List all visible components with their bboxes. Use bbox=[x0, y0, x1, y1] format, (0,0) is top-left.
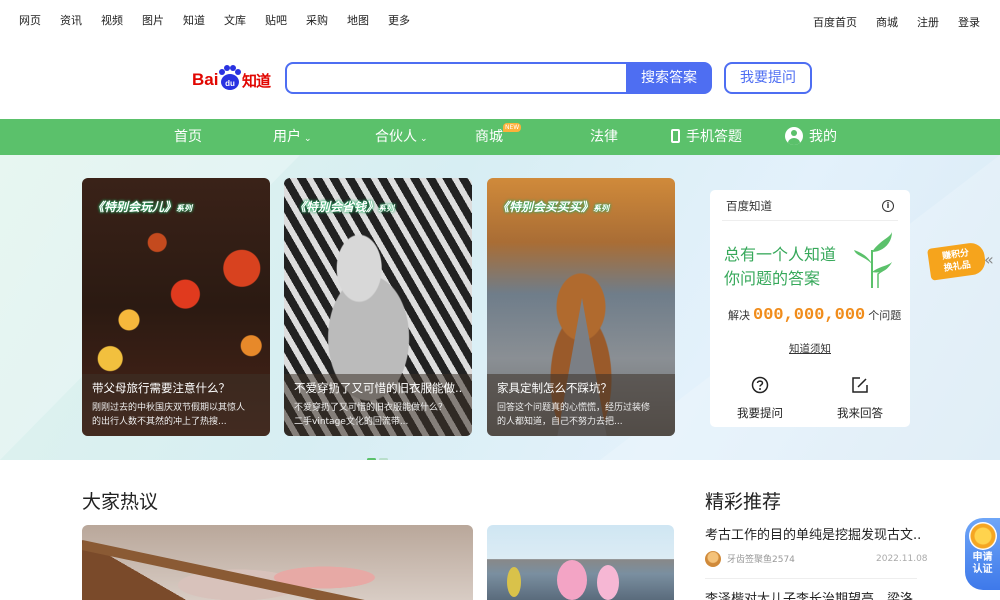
card-question: 带父母旅行需要注意什么？ bbox=[92, 381, 230, 395]
nav-users[interactable]: 用户 ⌄ bbox=[273, 119, 312, 157]
series-tag: 《特别会买买买》系列 bbox=[497, 200, 610, 214]
nav-mobile-answer[interactable]: 手机答题 bbox=[671, 119, 742, 155]
slogan: 总有一个人知道 你问题的答案 bbox=[724, 245, 837, 288]
card-question: 不爱穿扔了又可惜的旧衣服能做... bbox=[294, 381, 462, 395]
nav-law[interactable]: 法律 bbox=[590, 119, 618, 155]
panel-header: 百度知道 bbox=[726, 199, 772, 213]
register-link[interactable]: 注册 bbox=[917, 14, 939, 30]
top-nav-link-caigou[interactable]: 采购 bbox=[306, 12, 328, 28]
logo-text-zhidao: 知道 bbox=[242, 72, 271, 90]
hot-card-image[interactable] bbox=[487, 525, 674, 600]
top-nav-link-video[interactable]: 视频 bbox=[101, 12, 123, 28]
chevron-down-icon: ⌄ bbox=[420, 134, 428, 144]
apply-certification-badge[interactable]: 申请 认证 bbox=[965, 518, 1000, 590]
card-desc: 回答这个问题真的心慌慌，经历过装修 的人都知道，自己不努力去把... bbox=[497, 403, 651, 427]
logo-text-bai: Bai bbox=[192, 70, 219, 89]
carousel-card[interactable]: 《特别会买买买》系列 家具定制怎么不踩坑？ 回答这个问题真的心慌慌，经历过装修的… bbox=[487, 178, 675, 436]
hot-discussion-title: 大家热议 bbox=[82, 491, 159, 513]
nav-partners-label: 合伙人 bbox=[375, 129, 417, 145]
nav-mobile-label: 手机答题 bbox=[686, 129, 742, 145]
nav-home[interactable]: 首页 bbox=[174, 119, 202, 155]
baidu-home-link[interactable]: 百度首页 bbox=[813, 14, 857, 30]
logo-text-du: du bbox=[225, 79, 235, 88]
zhidao-info-panel: 百度知道 i 总有一个人知道 你问题的答案 解决 000,000,000 个问题 知道… bbox=[710, 190, 910, 427]
new-badge: NEW bbox=[503, 123, 522, 132]
nav-home-label: 首页 bbox=[174, 129, 202, 145]
nav-partners[interactable]: 合伙人 ⌄ bbox=[375, 119, 428, 157]
search-input[interactable] bbox=[285, 62, 627, 94]
carousel-dots[interactable] bbox=[367, 446, 391, 460]
sprout-icon bbox=[854, 232, 892, 288]
top-nav-link-more[interactable]: 更多 bbox=[388, 12, 410, 28]
main-nav-bar: 首页 用户 ⌄ 合伙人 ⌄ 商城 NEW 法律 手机答题 我的 bbox=[0, 119, 1000, 155]
top-nav-right: 百度首页 商城 注册 登录 bbox=[794, 14, 980, 30]
nav-mine[interactable]: 我的 bbox=[785, 119, 837, 155]
card-caption: 不爱穿扔了又可惜的旧衣服能做... 不爱穿扔了又可惜的旧衣服能做什么？ 二手vin… bbox=[284, 374, 472, 436]
zhidao-notice-link[interactable]: 知道须知 bbox=[710, 341, 910, 356]
top-nav-link-tieba[interactable]: 贴吧 bbox=[265, 12, 287, 28]
nav-mine-label: 我的 bbox=[809, 129, 837, 145]
panel-answer-button[interactable]: 我来回答 bbox=[820, 376, 900, 421]
baidu-zhidao-logo[interactable]: Bai du 知道 bbox=[192, 65, 274, 92]
chevron-down-icon: ⌄ bbox=[304, 134, 312, 144]
solved-stat: 解决 000,000,000 个问题 bbox=[728, 306, 902, 325]
recommend-username[interactable]: 牙齿签聚鱼2574 bbox=[727, 552, 795, 565]
carousel-card[interactable]: 《特别会玩儿》系列 带父母旅行需要注意什么？ 刚刚过去的中秋国庆双节假期以其惊人… bbox=[82, 178, 270, 436]
nav-law-label: 法律 bbox=[590, 129, 618, 145]
nav-mall[interactable]: 商城 NEW bbox=[475, 119, 522, 155]
search-answer-button[interactable]: 搜索答案 bbox=[626, 62, 712, 94]
series-tag: 《特别会省钱》系列 bbox=[294, 200, 395, 214]
mall-link[interactable]: 商城 bbox=[876, 14, 898, 30]
series-tag: 《特别会玩儿》系列 bbox=[92, 200, 193, 214]
card-caption: 带父母旅行需要注意什么？ 刚刚过去的中秋国庆双节假期以其惊人 的出行人数不其然的冲… bbox=[82, 374, 270, 436]
top-nav-link-news[interactable]: 资讯 bbox=[60, 12, 82, 28]
panel-ask-button[interactable]: 我要提问 bbox=[720, 376, 800, 421]
recommend-title: 精彩推荐 bbox=[705, 491, 782, 513]
top-nav-link-images[interactable]: 图片 bbox=[142, 12, 164, 28]
top-nav-link-map[interactable]: 地图 bbox=[347, 12, 369, 28]
user-icon bbox=[785, 127, 803, 145]
card-question: 家具定制怎么不踩坑？ bbox=[497, 381, 612, 395]
info-icon[interactable]: i bbox=[882, 200, 894, 212]
carousel-card[interactable]: 《特别会省钱》系列 不爱穿扔了又可惜的旧衣服能做... 不爱穿扔了又可惜的旧衣服… bbox=[284, 178, 472, 436]
top-nav-left: 网页 资讯 视频 图片 知道 文库 贴吧 采购 地图 更多 bbox=[19, 12, 429, 28]
carousel-dot[interactable] bbox=[379, 458, 388, 460]
double-chevron-left-icon[interactable]: « bbox=[984, 250, 994, 269]
top-nav-link-zhidao[interactable]: 知道 bbox=[183, 12, 205, 28]
carousel-dot-active[interactable] bbox=[367, 458, 376, 460]
hero-section: 《特别会玩儿》系列 带父母旅行需要注意什么？ 刚刚过去的中秋国庆双节假期以其惊人… bbox=[0, 155, 1000, 460]
recommend-question[interactable]: 李泽楷对大儿子李长治期望高，梁洛... bbox=[705, 588, 920, 600]
solved-counter: 000,000,000 bbox=[753, 306, 866, 325]
hot-card-image[interactable] bbox=[82, 525, 473, 600]
nav-mall-label: 商城 bbox=[475, 129, 503, 145]
nav-users-label: 用户 bbox=[273, 129, 301, 145]
question-icon bbox=[751, 376, 769, 394]
paw-icon: du bbox=[219, 65, 241, 90]
recommend-date: 2022.11.08 bbox=[876, 554, 928, 564]
card-desc: 不爱穿扔了又可惜的旧衣服能做什么？ 二手vintage文化的回流带... bbox=[294, 403, 448, 427]
login-link[interactable]: 登录 bbox=[958, 14, 980, 30]
top-nav: 网页 资讯 视频 图片 知道 文库 贴吧 采购 地图 更多 百度首页 商城 注册… bbox=[0, 0, 1000, 40]
medal-icon bbox=[969, 522, 997, 550]
top-nav-link-web[interactable]: 网页 bbox=[19, 12, 41, 28]
ask-question-button[interactable]: 我要提问 bbox=[724, 62, 812, 94]
card-caption: 家具定制怎么不踩坑？ 回答这个问题真的心慌慌，经历过装修 的人都知道，自己不努力去… bbox=[487, 374, 675, 436]
phone-icon bbox=[671, 129, 680, 143]
top-nav-link-wenku[interactable]: 文库 bbox=[224, 12, 246, 28]
recommend-question[interactable]: 考古工作的目的单纯是挖掘发现古文... bbox=[705, 524, 920, 543]
card-desc: 刚刚过去的中秋国庆双节假期以其惊人 的出行人数不其然的冲上了热搜... bbox=[92, 403, 246, 427]
avatar bbox=[705, 551, 721, 567]
edit-icon bbox=[852, 377, 868, 393]
